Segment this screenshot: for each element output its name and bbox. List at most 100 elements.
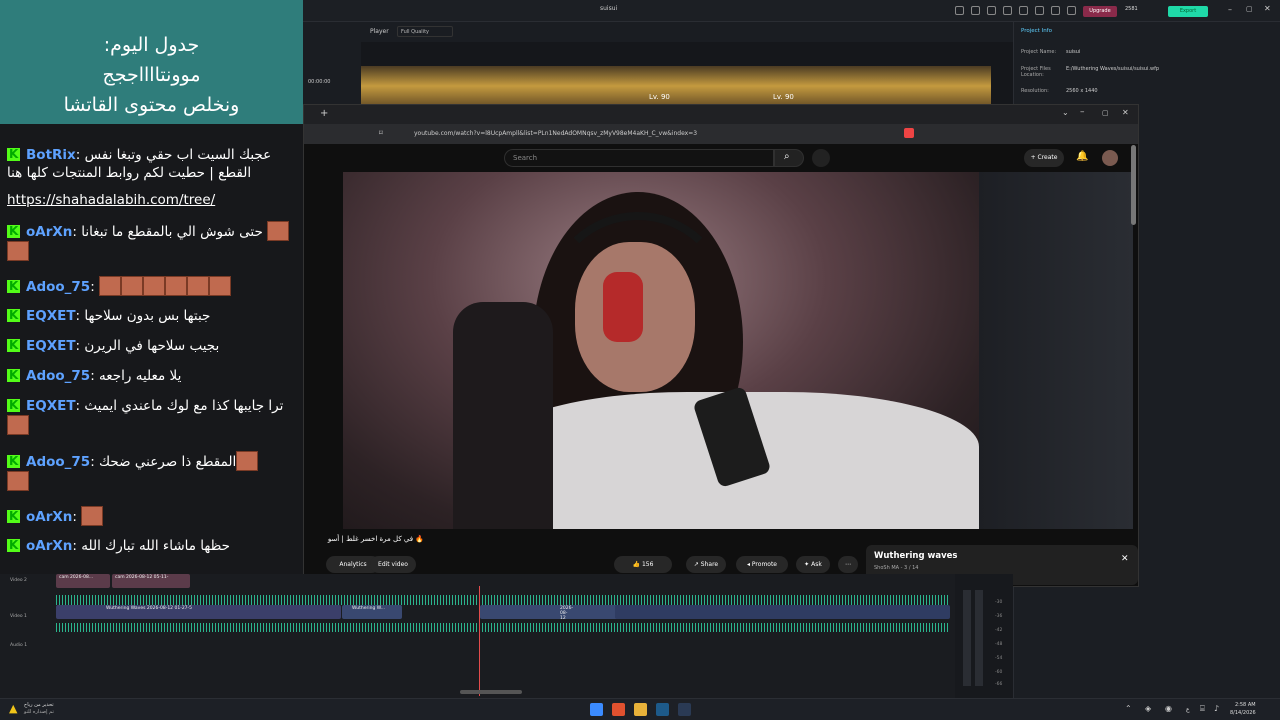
quality-select[interactable]: Full Quality	[397, 26, 453, 37]
list-icon[interactable]	[987, 6, 996, 15]
tab-project-info[interactable]: Project Info	[1021, 28, 1052, 34]
desktop: suisui Upgrade 2581 Export – ▢ ✕ Player …	[0, 0, 1280, 720]
edit-video-button[interactable]: Edit video	[370, 556, 416, 573]
gift-icon[interactable]	[1067, 6, 1076, 15]
clip-gameplay-2[interactable]: Wuthering W...	[342, 605, 402, 619]
meter-bar-left	[963, 590, 971, 686]
chat-link[interactable]: https://shahadalabih.com/tree/	[7, 191, 297, 209]
home-icon[interactable]	[955, 6, 964, 15]
editor-title: suisui	[600, 5, 618, 12]
extension-icon[interactable]	[904, 128, 914, 138]
bookmark-icon[interactable]: ⌑	[379, 129, 383, 137]
audio-meter: -30 -36 -42 -48 -54 -60 -66	[955, 574, 1013, 698]
resolution-label: Resolution:	[1021, 88, 1049, 94]
kick-icon	[7, 507, 20, 525]
playhead[interactable]	[479, 586, 480, 696]
emote-icon	[99, 276, 122, 296]
steam-icon[interactable]	[656, 703, 669, 716]
emote-icon	[236, 451, 259, 471]
network-icon[interactable]: ⌸	[1200, 704, 1205, 714]
upgrade-button[interactable]: Upgrade	[1083, 6, 1117, 17]
clock-date[interactable]: 8/14/2026	[1230, 710, 1256, 716]
headset-earcup	[603, 272, 643, 342]
chat-message: EQXET: ترا جايبها كذا مع لوك ماعندي ايمي…	[7, 396, 297, 435]
project-files-label: Project Files Location:	[1021, 66, 1051, 78]
stream-schedule-overlay: جدول اليوم: موونتااااججج ونخلص محتوى الق…	[0, 0, 303, 124]
chat-message: oArXn: حظها ماشاء الله تبارك الله	[7, 536, 297, 555]
ask-button[interactable]: ✦ Ask	[796, 556, 830, 573]
minimize-icon[interactable]: –	[1228, 5, 1232, 14]
address-bar[interactable]: ⌑ youtube.com/watch?v=l8UcpAmpll&list=PL…	[304, 124, 1138, 144]
youtube-header: Search ⌕ + Create 🔔	[304, 144, 1138, 172]
kick-icon	[7, 452, 20, 470]
settings-icon[interactable]	[1051, 6, 1060, 15]
close-icon[interactable]: ✕	[1264, 4, 1271, 13]
warning-icon[interactable]: ▲	[9, 703, 20, 714]
chair	[453, 302, 553, 529]
browser-icon[interactable]	[612, 703, 625, 716]
maximize-icon[interactable]: ▢	[1102, 109, 1109, 117]
cloud-icon[interactable]	[1035, 6, 1044, 15]
share-button[interactable]: ↗ Share	[686, 556, 726, 573]
chevron-down-icon[interactable]: ⌄	[1062, 108, 1069, 117]
clip-cam-2[interactable]: cam 2026-08-12 05-11-	[112, 574, 190, 588]
scrollbar[interactable]	[1131, 145, 1136, 225]
clock-time[interactable]: 2:58 AM	[1235, 702, 1256, 708]
volume-icon[interactable]: ♪	[1214, 704, 1219, 713]
like-count: 156	[641, 561, 654, 568]
weather-warning-title[interactable]: تحذير من رياح	[24, 702, 54, 708]
editor-left-panel: 00:00:00	[303, 42, 361, 104]
layout-icon[interactable]	[1003, 6, 1012, 15]
tray-chevron-icon[interactable]: ⌃	[1125, 704, 1132, 713]
folder-icon[interactable]	[634, 703, 647, 716]
db-mark: -54	[995, 656, 1003, 661]
search-icon: ⌕	[784, 151, 790, 162]
schedule-line-1: جدول اليوم:	[103, 34, 200, 56]
search-input[interactable]: Search	[504, 149, 774, 167]
more-icon[interactable]: ⋯	[838, 556, 858, 573]
video-player[interactable]	[343, 172, 979, 529]
editor-app-icon[interactable]	[678, 703, 691, 716]
level-label-right: Lv. 90	[773, 93, 794, 101]
schedule-line-3: ونخلص محتوى القاتشا	[63, 94, 240, 116]
url-text[interactable]: youtube.com/watch?v=l8UcpAmpll&list=PLn1…	[414, 130, 697, 137]
create-label: Create	[1037, 154, 1058, 161]
start-icon[interactable]	[590, 703, 603, 716]
chat-text: ترا جايبها كذا مع لوك ماعندي ايميث	[84, 398, 284, 414]
new-tab-icon[interactable]: +	[320, 108, 328, 119]
promote-button[interactable]: ◂ Promote	[736, 556, 788, 573]
create-button[interactable]: + Create	[1024, 149, 1064, 167]
close-icon[interactable]: ✕	[1122, 108, 1129, 117]
chat-username: BotRix	[26, 147, 76, 163]
maximize-icon[interactable]: ▢	[1246, 5, 1253, 13]
avatar[interactable]	[1102, 150, 1118, 166]
chat-message: oArXn:	[7, 506, 297, 526]
timeline[interactable]: Video 2 Video 1 Audio 1 cam 2026-08... c…	[0, 574, 1013, 698]
clip-gameplay-1[interactable]: Wuthering Waves 2026-08-12 01-27-5	[56, 605, 341, 619]
clip-cam-1[interactable]: cam 2026-08...	[56, 574, 110, 588]
chat-message: BotRix: عجبك السيت اب حقي وتبغا نفس القط…	[7, 146, 297, 186]
close-icon[interactable]: ✕	[1121, 554, 1129, 564]
schedule-line-2: موونتااااججج	[102, 64, 201, 86]
kick-icon	[7, 396, 20, 414]
language-indicator[interactable]: ع	[1186, 706, 1190, 713]
minimize-icon[interactable]: –	[1080, 107, 1085, 117]
send-icon[interactable]	[971, 6, 980, 15]
export-button[interactable]: Export	[1168, 6, 1208, 17]
like-button[interactable]: 👍 156	[614, 556, 672, 573]
mic-icon[interactable]	[812, 149, 830, 167]
kick-icon	[7, 536, 20, 554]
browser-tabbar: + ⌄ – ▢ ✕	[304, 105, 1138, 124]
chat-text: حتى شوش الي بالمقطع ما تبغانا	[81, 224, 263, 240]
chat-message: Adoo_75: يلا معليه راجعه	[7, 366, 297, 385]
save-icon[interactable]	[1019, 6, 1028, 15]
bell-icon[interactable]: 🔔	[1076, 151, 1088, 163]
tray-app-icon[interactable]: ◈	[1145, 704, 1151, 713]
emote-icon	[187, 276, 210, 296]
player-label: Player	[370, 28, 389, 35]
tray-app-icon[interactable]: ◉	[1165, 704, 1172, 713]
db-mark: -36	[995, 614, 1003, 619]
timeline-scrollbar[interactable]	[460, 690, 522, 694]
search-button[interactable]: ⌕	[774, 149, 804, 167]
clip-gameplay-4[interactable]	[615, 605, 950, 619]
